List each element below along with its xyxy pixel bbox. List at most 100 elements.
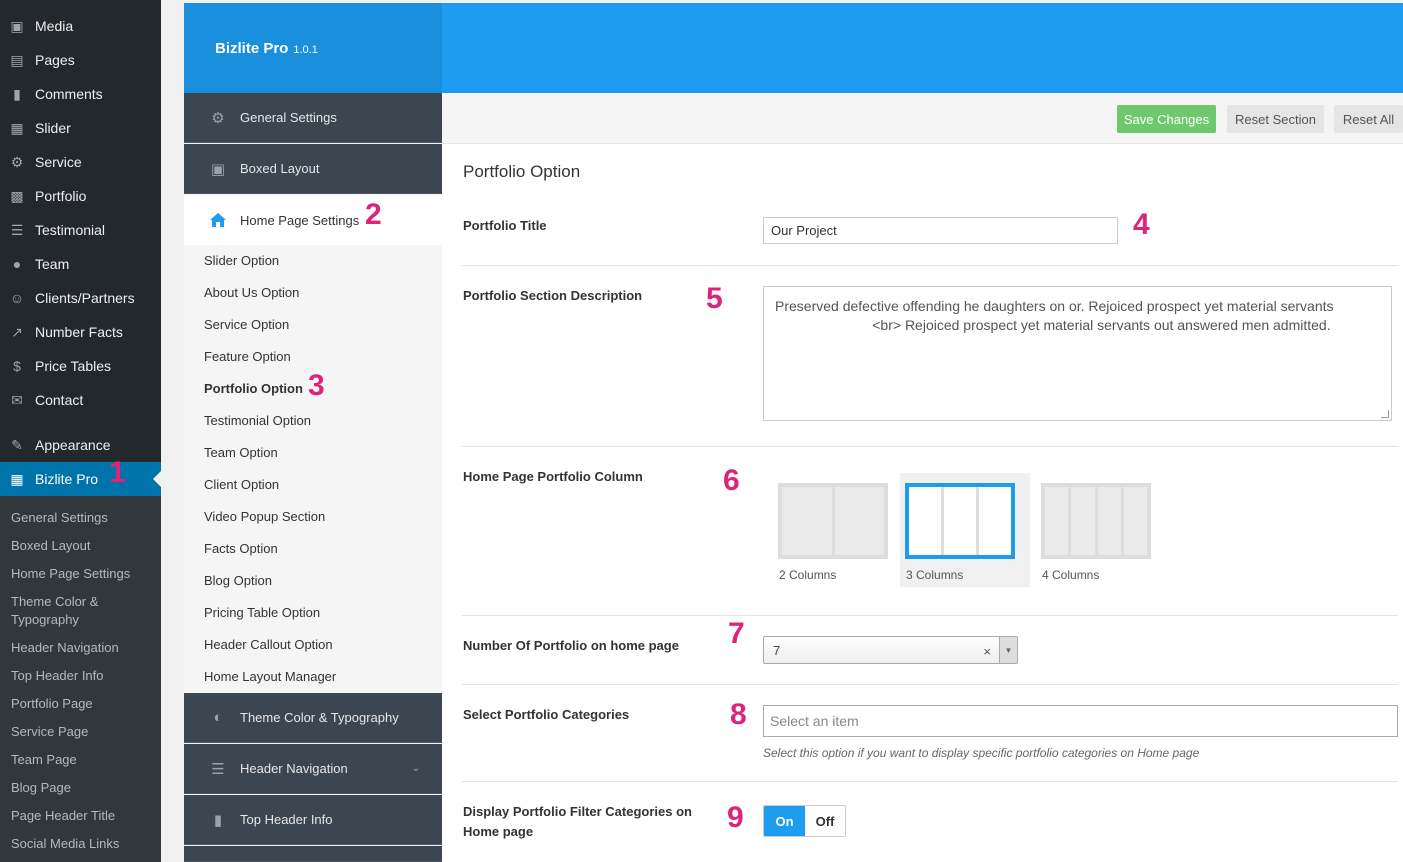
marker-3: 3 [308,369,325,402]
section-header-navigation[interactable]: ☰ Header Navigation ⌄ [184,744,442,794]
portfolio-description-textarea[interactable]: Preserved defective offending he daughte… [763,286,1392,421]
wp-menu-service[interactable]: ⚙ Service [0,145,161,179]
portfolio-title-input[interactable]: Our Project [763,217,1118,244]
marker-6: 6 [723,464,740,497]
chart-icon: ↗ [11,323,23,340]
divider [462,615,1398,616]
wp-sub-social-media-links[interactable]: Social Media Links [11,835,151,853]
resize-handle[interactable] [1381,410,1389,418]
wp-sub-theme-color[interactable]: Theme Color & Typography [11,593,151,629]
toggle-on-button[interactable]: On [764,806,805,836]
wp-sub-team-page[interactable]: Team Page [11,751,151,769]
sub-service-option[interactable]: Service Option [204,317,289,332]
section-home-page-settings[interactable]: Home Page Settings [184,195,442,245]
wp-menu-appearance[interactable]: ✎ Appearance [0,428,161,462]
chevron-down-icon: ⌄ [411,763,420,774]
wp-menu-portfolio[interactable]: ▩ Portfolio [0,179,161,213]
three-columns-icon [905,483,1015,559]
wp-sub-general-settings[interactable]: General Settings [11,509,151,527]
sub-header-callout-option[interactable]: Header Callout Option [204,637,333,652]
options-main: Save Changes Reset Section Reset All Por… [442,93,1403,862]
brand-title: Bizlite Pro 1.0.1 [215,40,318,57]
slider-icon: ▦ [10,119,24,136]
toolbar: Save Changes Reset Section Reset All [442,93,1403,144]
wp-menu-bizlite-pro[interactable]: ▦ Bizlite Pro [0,462,161,496]
portfolio-number-label: Number Of Portfolio on home page [463,638,679,653]
document-icon: ▮ [213,811,223,829]
wp-menu-contact[interactable]: ✉ Contact [0,383,161,417]
portfolio-number-select[interactable]: 7 × ▼ [763,636,1018,664]
marker-7: 7 [728,617,745,650]
reset-section-button[interactable]: Reset Section [1227,105,1324,133]
wp-menu-number-facts[interactable]: ↗ Number Facts [0,315,161,349]
marker-9: 9 [727,801,744,834]
gear-icon: ⚙ [211,109,225,127]
sub-slider-option[interactable]: Slider Option [204,253,279,268]
section-title: Portfolio Option [463,162,581,181]
wp-menu-testimonial[interactable]: ☰ Testimonial [0,213,161,247]
section-next [184,846,442,862]
wp-sub-service-page[interactable]: Service Page [11,723,151,741]
sub-video-popup-section[interactable]: Video Popup Section [204,509,325,524]
panel-header: Bizlite Pro 1.0.1 [184,3,1403,93]
dollar-icon: $ [13,358,21,374]
wp-menu-clients[interactable]: ☺ Clients/Partners [0,281,161,315]
wp-sub-blog-page[interactable]: Blog Page [11,779,151,797]
section-top-header-info[interactable]: ▮ Top Header Info [184,795,442,845]
dropdown-arrow-icon[interactable]: ▼ [999,637,1017,663]
sub-client-option[interactable]: Client Option [204,477,279,492]
divider [462,265,1398,266]
section-general-settings[interactable]: ⚙ General Settings [184,93,442,143]
portfolio-icon: ▩ [10,187,24,204]
wp-sub-home-page-settings[interactable]: Home Page Settings [11,565,151,583]
media-icon: ▣ [10,17,24,34]
brand-version: 1.0.1 [293,44,318,56]
wp-sub-portfolio-page[interactable]: Portfolio Page [11,695,151,713]
marker-2: 2 [365,198,382,231]
wp-sub-header-navigation[interactable]: Header Navigation [11,639,151,657]
wp-menu-comments[interactable]: ▮ Comments [0,77,161,111]
portfolio-description-label: Portfolio Section Description [463,288,643,303]
section-theme-color[interactable]: ◐ Theme Color & Typography [184,693,442,743]
sub-feature-option[interactable]: Feature Option [204,349,291,364]
divider [462,781,1398,782]
wp-menu-slider[interactable]: ▦ Slider [0,111,161,145]
sub-home-layout-manager[interactable]: Home Layout Manager [204,669,336,684]
portfolio-filter-label: Display Portfolio Filter Categories on H… [463,804,692,839]
wp-sub-boxed-layout[interactable]: Boxed Layout [11,537,151,555]
marker-4: 4 [1133,208,1150,241]
table-icon: ▦ [10,470,24,487]
wp-sub-page-header-title[interactable]: Page Header Title [11,807,151,825]
mail-icon: ✉ [11,391,23,408]
wp-sub-top-header-info[interactable]: Top Header Info [11,667,151,685]
toggle-off-button[interactable]: Off [805,806,845,836]
list-icon: ☰ [10,221,24,238]
portfolio-column-label: Home Page Portfolio Column [463,469,643,484]
sub-facts-option[interactable]: Facts Option [204,541,278,556]
portfolio-categories-select[interactable]: Select an item [763,705,1398,737]
column-option-3[interactable]: 3 Columns [900,473,1030,587]
layout-icon: ▣ [210,160,226,178]
sub-portfolio-option[interactable]: Portfolio Option [204,381,303,396]
sub-pricing-table-option[interactable]: Pricing Table Option [204,605,320,620]
wp-menu-pages[interactable]: ▤ Pages [0,43,161,77]
sub-blog-option[interactable]: Blog Option [204,573,272,588]
sub-team-option[interactable]: Team Option [204,445,278,460]
sub-testimonial-option[interactable]: Testimonial Option [204,413,311,428]
options-sidebar: ⚙ General Settings ▣ Boxed Layout Home Pag… [184,93,442,862]
column-option-2[interactable]: 2 Columns [773,473,903,587]
clear-icon[interactable]: × [983,644,991,659]
wp-menu-price-tables[interactable]: $ Price Tables [0,349,161,383]
home-icon [208,210,228,230]
wp-submenu: General Settings Boxed Layout Home Page … [0,496,161,862]
wp-menu-team[interactable]: ● Team [0,247,161,281]
team-icon: ● [12,256,22,272]
wp-menu-media[interactable]: ▣ Media [0,9,161,43]
column-option-label: 2 Columns [779,568,837,582]
section-boxed-layout[interactable]: ▣ Boxed Layout [184,144,442,194]
sub-about-us-option[interactable]: About Us Option [204,285,299,300]
column-option-label: 3 Columns [906,568,964,582]
reset-all-button[interactable]: Reset All [1334,105,1403,133]
save-changes-button[interactable]: Save Changes [1117,105,1216,133]
column-option-4[interactable]: 4 Columns [1036,473,1166,587]
